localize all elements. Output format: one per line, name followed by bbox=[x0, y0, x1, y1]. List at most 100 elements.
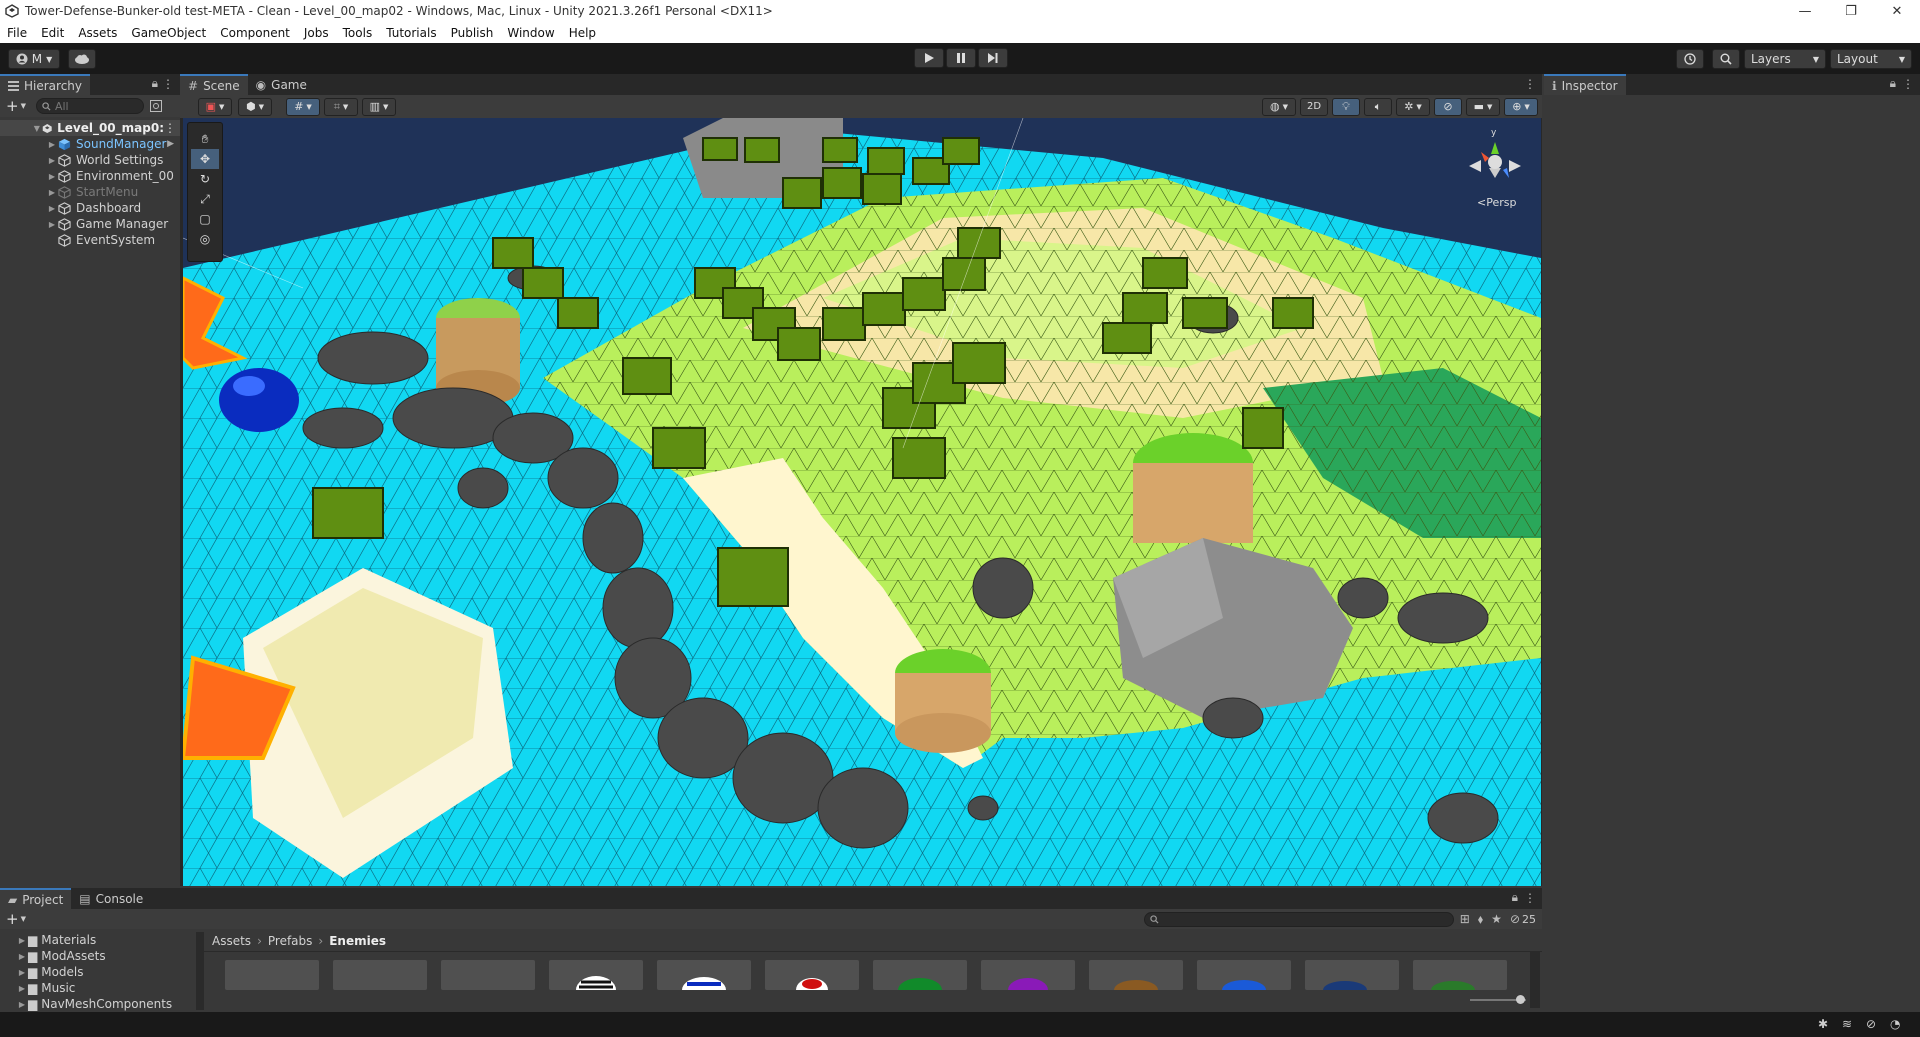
search-by-label-icon[interactable]: ⬧ bbox=[1478, 912, 1483, 927]
gizmos-dropdown[interactable]: ⊕ ▼ bbox=[1504, 97, 1538, 116]
menu-help[interactable]: Help bbox=[562, 26, 603, 40]
draw-mode-dropdown[interactable]: ▣ ▼ bbox=[198, 97, 232, 116]
kebab-menu-icon[interactable]: ⋮ bbox=[1902, 77, 1914, 91]
folder-tree-scrollbar[interactable] bbox=[196, 932, 204, 1010]
layout-dropdown[interactable]: Layout ▼ bbox=[1830, 49, 1912, 69]
search-by-type-icon[interactable]: ⊞ bbox=[1460, 912, 1470, 926]
pause-button[interactable] bbox=[946, 48, 976, 68]
tab-scene[interactable]: # Scene bbox=[180, 74, 248, 95]
asset-thumbnail[interactable] bbox=[549, 960, 643, 1004]
lock-icon[interactable]: 🔒︎ bbox=[1890, 76, 1896, 91]
folder-item-models[interactable]: ▶ ▆ Models bbox=[0, 964, 200, 980]
camera-dropdown[interactable]: ▬ ▼ bbox=[1466, 97, 1500, 116]
asset-thumbnail[interactable] bbox=[765, 960, 859, 1002]
debug-mode-icon[interactable]: ⊘ bbox=[1866, 1017, 1876, 1031]
breadcrumb-prefabs[interactable]: Prefabs bbox=[268, 934, 313, 948]
expand-arrow-icon[interactable]: ▶ bbox=[46, 156, 58, 165]
kebab-menu-icon[interactable]: ⋮ bbox=[1524, 77, 1536, 91]
chevron-down-icon[interactable]: ▼ bbox=[21, 915, 26, 923]
hierarchy-item-soundmanager[interactable]: ▶ SoundManager ▶ bbox=[0, 136, 180, 152]
layers-dropdown[interactable]: Layers ▼ bbox=[1744, 49, 1826, 69]
asset-thumbnail[interactable] bbox=[441, 960, 535, 990]
hierarchy-item-game-manager[interactable]: ▶ Game Manager bbox=[0, 216, 180, 232]
menu-gameobject[interactable]: GameObject bbox=[124, 26, 213, 40]
tab-hierarchy[interactable]: Hierarchy bbox=[0, 74, 91, 95]
cloud-button[interactable] bbox=[68, 49, 96, 69]
menu-tools[interactable]: Tools bbox=[336, 26, 380, 40]
scale-tool-icon[interactable]: ⤢ bbox=[191, 189, 219, 209]
menu-file[interactable]: File bbox=[0, 26, 34, 40]
step-button[interactable] bbox=[978, 48, 1008, 68]
lock-icon[interactable]: 🔒︎ bbox=[152, 76, 158, 91]
asset-thumbnail[interactable] bbox=[225, 960, 319, 990]
asset-thumbnail[interactable] bbox=[657, 960, 751, 1003]
close-button[interactable]: ✕ bbox=[1874, 0, 1920, 22]
breadcrumb-enemies[interactable]: Enemies bbox=[329, 934, 386, 948]
grid-size-dropdown[interactable]: ⌗ ▼ bbox=[324, 97, 358, 116]
transform-tool-icon[interactable]: ◎ bbox=[191, 229, 219, 249]
folder-item-materials[interactable]: ▶ ▆ Materials bbox=[0, 932, 200, 948]
hierarchy-item-startmenu[interactable]: ▶ StartMenu bbox=[0, 184, 180, 200]
menu-publish[interactable]: Publish bbox=[444, 26, 501, 40]
history-button[interactable] bbox=[1676, 49, 1704, 69]
kebab-menu-icon[interactable]: ⋮ bbox=[164, 121, 176, 135]
audio-toggle[interactable]: 🔈︎ bbox=[1364, 97, 1392, 116]
tab-game[interactable]: ◉ Game bbox=[248, 74, 315, 95]
render-mode-dropdown[interactable]: ⬢ ▼ bbox=[238, 97, 272, 116]
expand-arrow-icon[interactable]: ▶ bbox=[46, 220, 58, 229]
expand-arrow-icon[interactable]: ▶ bbox=[16, 952, 28, 961]
hierarchy-item-dashboard[interactable]: ▶ Dashboard bbox=[0, 200, 180, 216]
scene-root-row[interactable]: ▼ Level_00_map0: ⋮ bbox=[0, 120, 180, 136]
folder-item-modassets[interactable]: ▶ ▆ ModAssets bbox=[0, 948, 200, 964]
lighting-toggle[interactable]: 💡︎ bbox=[1332, 97, 1360, 116]
hierarchy-item-environment[interactable]: ▶ Environment_00 bbox=[0, 168, 180, 184]
expand-arrow-icon[interactable]: ▶ bbox=[16, 968, 28, 977]
menu-window[interactable]: Window bbox=[500, 26, 561, 40]
minimize-button[interactable]: — bbox=[1782, 0, 1828, 22]
search-button[interactable] bbox=[1712, 49, 1740, 69]
hierarchy-search-input[interactable] bbox=[54, 99, 135, 113]
scene-visibility-toggle[interactable]: ⊘ bbox=[1434, 97, 1462, 116]
asset-thumbnail[interactable] bbox=[873, 960, 967, 1002]
play-button[interactable] bbox=[914, 48, 944, 68]
progress-icon[interactable]: ◔ bbox=[1890, 1017, 1900, 1031]
rotate-tool-icon[interactable]: ↻ bbox=[191, 169, 219, 189]
expand-arrow-icon[interactable]: ▶ bbox=[16, 1000, 28, 1009]
scene-visibility-icon[interactable] bbox=[149, 100, 162, 112]
slider-handle[interactable] bbox=[1516, 995, 1525, 1004]
asset-thumbnail[interactable] bbox=[981, 960, 1075, 1002]
maximize-button[interactable]: ❐ bbox=[1828, 0, 1874, 22]
favorites-icon[interactable]: ★ bbox=[1491, 912, 1502, 926]
draw-settings-dropdown[interactable]: ◍ ▼ bbox=[1262, 97, 1296, 116]
projection-label[interactable]: <Persp bbox=[1477, 196, 1516, 209]
hand-tool-icon[interactable]: ✋︎ bbox=[191, 129, 219, 149]
tab-inspector[interactable]: ℹ Inspector bbox=[1544, 74, 1626, 95]
hierarchy-item-world-settings[interactable]: ▶ World Settings bbox=[0, 152, 180, 168]
eye-slash-icon[interactable]: ⊘ bbox=[1510, 912, 1520, 926]
kebab-menu-icon[interactable]: ⋮ bbox=[162, 77, 174, 91]
asset-thumbnail[interactable] bbox=[1413, 960, 1507, 999]
expand-arrow-icon[interactable]: ▶ bbox=[46, 140, 58, 149]
add-icon[interactable]: + bbox=[6, 97, 19, 115]
hierarchy-search-field[interactable] bbox=[35, 98, 144, 114]
move-tool-icon[interactable]: ✥ bbox=[191, 149, 219, 169]
chevron-right-icon[interactable]: ▶ bbox=[167, 139, 174, 149]
asset-thumbnail[interactable] bbox=[333, 960, 427, 990]
account-dropdown[interactable]: M ▼ bbox=[8, 49, 60, 69]
scene-viewport[interactable]: ✋︎ ✥ ↻ ⤢ ▢ ◎ y <Persp bbox=[183, 118, 1541, 886]
menu-assets[interactable]: Assets bbox=[71, 26, 124, 40]
kebab-menu-icon[interactable]: ⋮ bbox=[1524, 891, 1536, 905]
toggle-2d-button[interactable]: 2D bbox=[1300, 97, 1328, 116]
chevron-down-icon[interactable]: ▼ bbox=[21, 102, 26, 110]
asset-grid-scrollbar[interactable] bbox=[1530, 952, 1540, 1008]
project-search-field[interactable] bbox=[1143, 911, 1454, 927]
menu-component[interactable]: Component bbox=[213, 26, 297, 40]
folder-item-navmeshcomponents[interactable]: ▶ ▆ NavMeshComponents bbox=[0, 996, 200, 1012]
effects-dropdown[interactable]: ✲ ▼ bbox=[1396, 97, 1430, 116]
menu-tutorials[interactable]: Tutorials bbox=[379, 26, 443, 40]
expand-arrow-icon[interactable]: ▶ bbox=[46, 188, 58, 197]
asset-thumbnail[interactable] bbox=[1089, 960, 1183, 1000]
expand-arrow-icon[interactable]: ▶ bbox=[16, 936, 28, 945]
asset-thumbnail[interactable] bbox=[1197, 960, 1291, 1000]
lock-icon[interactable]: 🔒︎ bbox=[1512, 890, 1518, 905]
